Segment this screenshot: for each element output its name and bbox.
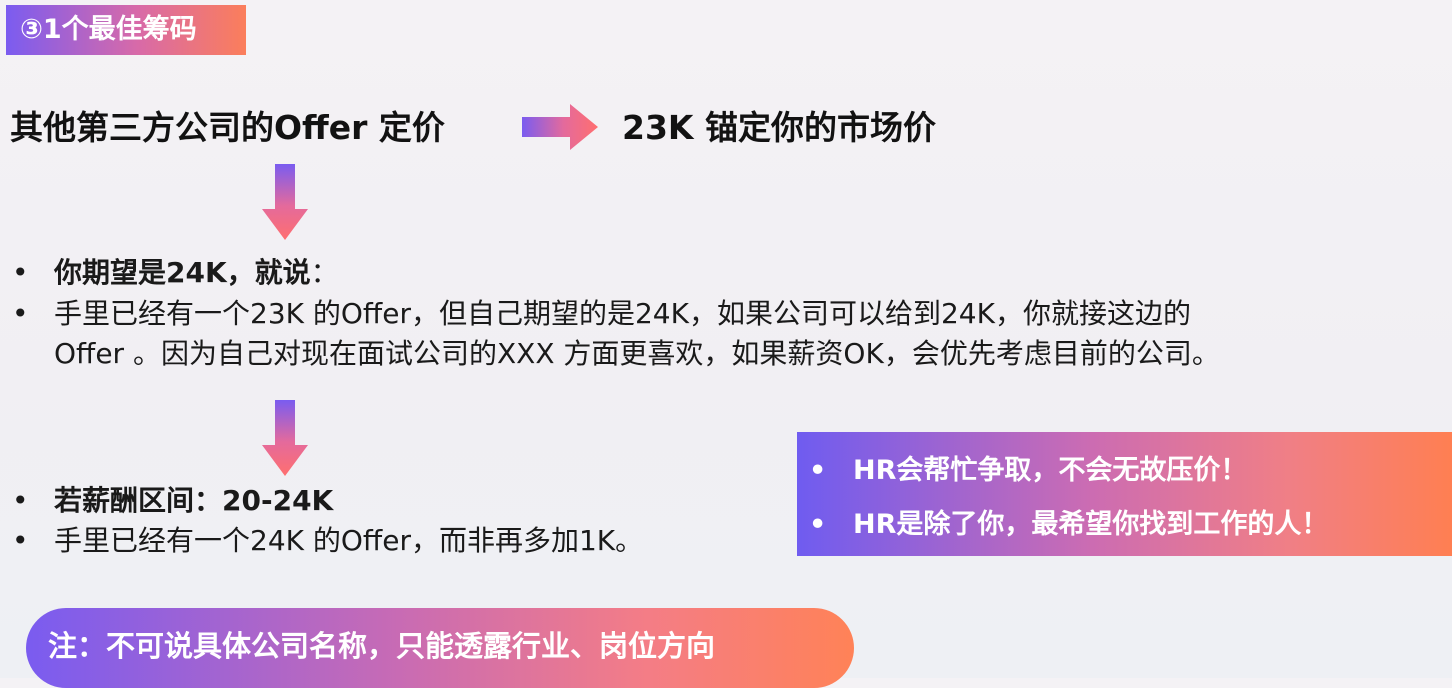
headline-left: 其他第三方公司的Offer 定价	[10, 108, 445, 147]
script-line-2: Offer 。因为自己对现在面试公司的XXX 方面更喜欢，如果薪资OK，会优先考…	[54, 337, 1220, 370]
section-title: 1个最佳筹码	[42, 14, 197, 45]
arrow-right-icon	[522, 104, 598, 150]
range-script-line: 手里已经有一个24K 的Offer，而非再多加1K。	[54, 524, 644, 557]
note-banner: 注：不可说具体公司名称，只能透露行业、岗位方向	[26, 608, 854, 688]
expectation-colon: ：	[310, 256, 339, 289]
bullet-dot: •	[809, 509, 827, 540]
section-badge: ③1个最佳筹码	[6, 5, 246, 55]
hr-callout-text: HR会帮忙争取，不会无故压价！	[853, 455, 1248, 486]
bullet-dot: •	[809, 455, 827, 486]
arrow-down-icon	[262, 164, 308, 240]
hr-callout-box: • HR会帮忙争取，不会无故压价！ • HR是除了你，最希望你找到工作的人！	[797, 432, 1452, 556]
bullet-dot: •	[12, 484, 29, 517]
salary-range-heading: 若薪酬区间：20-24K	[54, 484, 334, 517]
hr-callout-text: HR是除了你，最希望你找到工作的人！	[853, 509, 1329, 540]
expectation-heading: 你期望是24K，就说	[54, 256, 311, 289]
bullet-dot: •	[12, 256, 29, 289]
headline-right: 23K 锚定你的市场价	[622, 108, 936, 147]
bullet-dot: •	[12, 297, 29, 330]
bullet-dot: •	[12, 524, 29, 557]
arrow-down-icon	[262, 400, 308, 476]
note-text: 注：不可说具体公司名称，只能透露行业、岗位方向	[48, 629, 716, 663]
section-number: ③	[20, 14, 43, 45]
script-line-1: 手里已经有一个23K 的Offer，但自己期望的是24K，如果公司可以给到24K…	[54, 297, 1191, 330]
